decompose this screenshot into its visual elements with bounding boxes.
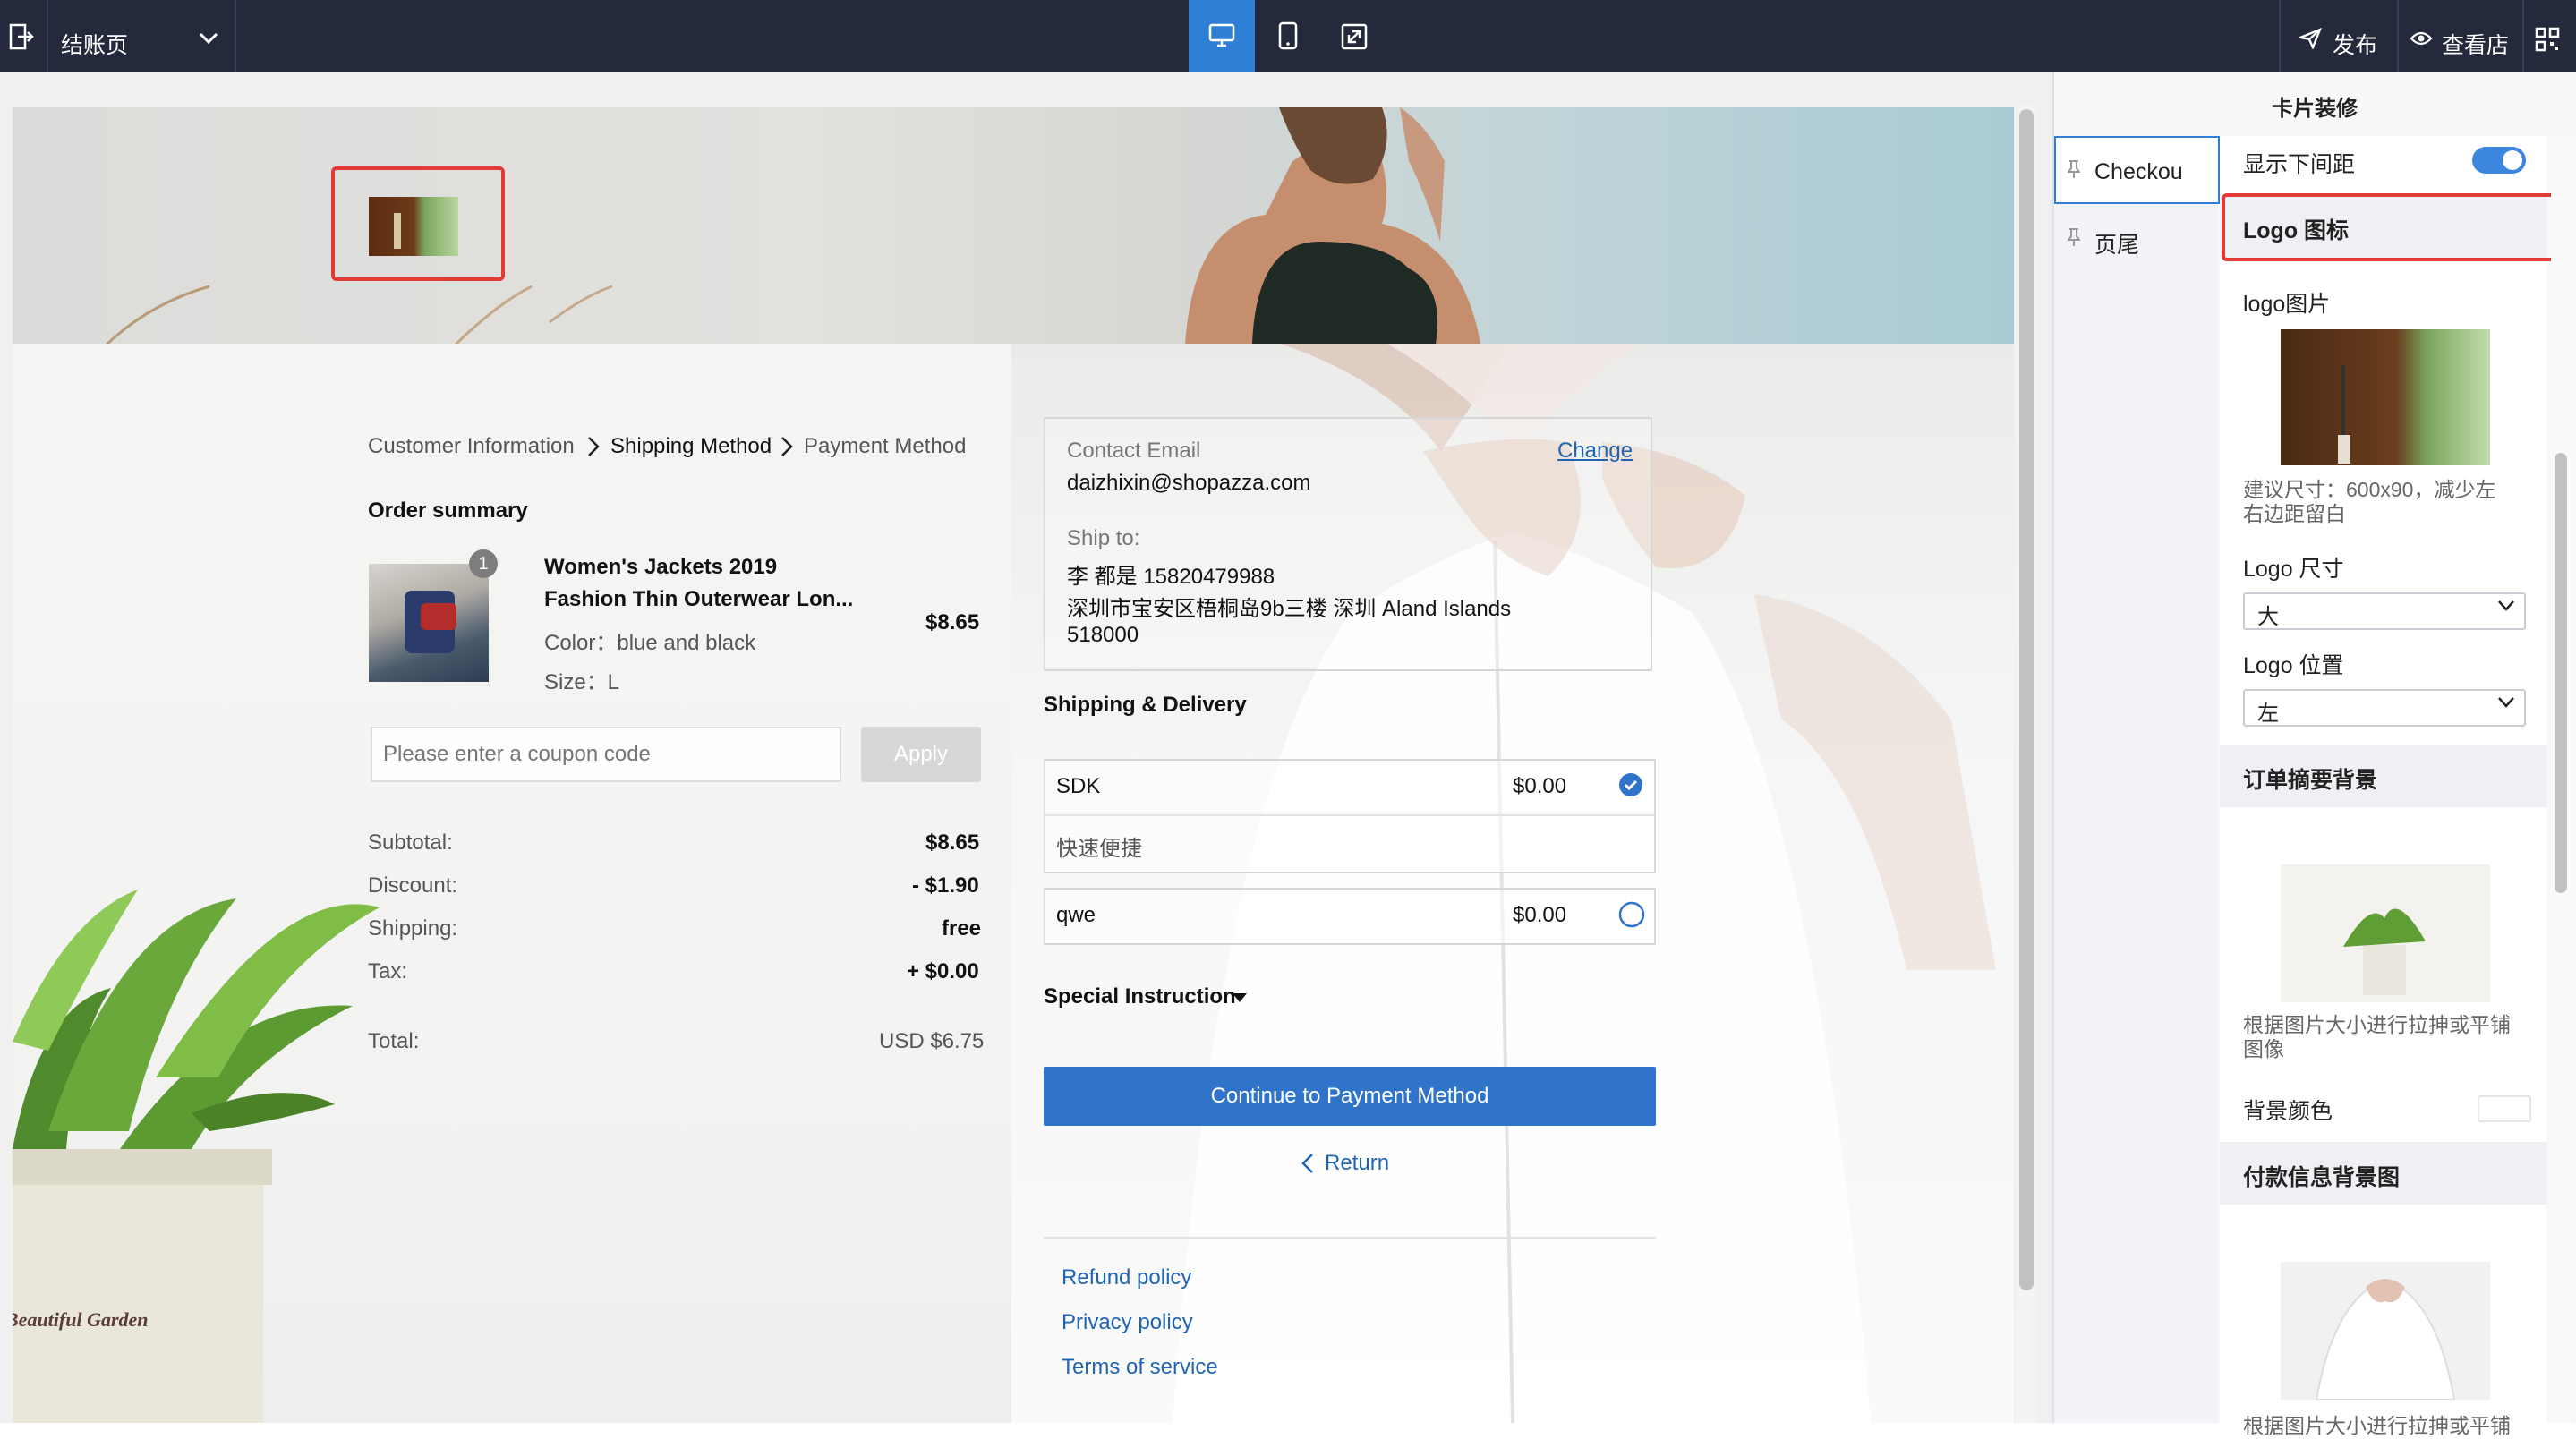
checkout-pane: Contact Email daizhixin@shopazza.com Cha…	[1011, 344, 2014, 1423]
watermark-text: Beautiful Garden	[13, 1308, 149, 1331]
product-name-line2: Fashion Thin Outerwear Lon...	[544, 587, 854, 611]
ship-to-label: Ship to:	[1067, 526, 1140, 550]
ship-to-postal: 518000	[1067, 623, 1139, 647]
shipping-value: free	[942, 916, 982, 941]
quantity-badge: 1	[469, 549, 498, 578]
chevron-down-icon[interactable]	[199, 32, 218, 45]
subtotal-label: Subtotal:	[368, 830, 453, 855]
total-label: Total:	[368, 1029, 420, 1053]
divider	[1044, 1237, 1656, 1239]
tab-footer-label: 页尾	[2094, 233, 2140, 258]
chevron-left-icon	[1301, 1154, 1313, 1173]
logo-image-preview[interactable]	[2281, 329, 2490, 465]
exit-icon[interactable]	[9, 23, 34, 50]
payment-bg-hint: 根据图片大小进行拉抻或平铺	[2243, 1414, 2511, 1437]
pin-icon	[2068, 228, 2080, 246]
contact-email-value: daizhixin@shopazza.com	[1067, 471, 1311, 495]
show-bottom-spacing-label: 显示下间距	[2243, 152, 2356, 177]
discount-label: Discount:	[368, 873, 458, 898]
discount-value: - $1.90	[912, 873, 979, 898]
settings-scrollbar-thumb[interactable]	[2555, 453, 2567, 893]
desktop-view-button[interactable]	[1189, 0, 1255, 72]
order-bg-image-preview[interactable]	[2281, 864, 2490, 1002]
total-value: USD $6.75	[879, 1029, 985, 1053]
page-select-value[interactable]: 结账页	[61, 28, 128, 60]
pin-icon	[2068, 160, 2080, 178]
logo-size-value: 大	[2257, 605, 2279, 629]
subtotal-value: $8.65	[925, 830, 980, 855]
radio-checked-icon[interactable]	[1618, 772, 1643, 797]
shipping-label: Shipping:	[368, 916, 458, 941]
order-bg-hint: 根据图片大小进行拉抻或平铺 图像	[2243, 1013, 2511, 1060]
chevron-down-icon	[2498, 600, 2514, 611]
banner-photo	[1087, 107, 1552, 344]
tax-value: + $0.00	[907, 959, 979, 983]
desktop-icon	[1208, 23, 1235, 47]
special-instruction-toggle[interactable]: Special Instruction	[1044, 984, 1236, 1009]
header-banner	[13, 107, 2014, 344]
order-bg-section-title: 订单摘要背景	[2243, 768, 2378, 793]
breadcrumb-payment-method: Payment Method	[804, 434, 967, 458]
chevron-right-icon	[588, 437, 600, 456]
tab-checkout-label: Checkou	[2094, 159, 2183, 184]
coupon-input[interactable]	[371, 727, 841, 782]
payment-bg-section-title: 付款信息背景图	[2243, 1165, 2401, 1190]
eye-icon	[2410, 30, 2433, 47]
contact-email-label: Contact Email	[1067, 439, 1201, 463]
breadcrumb-shipping-method: Shipping Method	[610, 434, 772, 458]
product-thumbnail	[369, 564, 489, 682]
shipping-option-name: SDK	[1056, 774, 1101, 798]
product-price: $8.65	[925, 610, 980, 634]
refund-policy-link[interactable]: Refund policy	[1062, 1265, 1191, 1290]
view-store-button[interactable]: 查看店	[2442, 28, 2509, 60]
ship-to-name-phone: 李 都是 15820479988	[1067, 565, 1275, 589]
section-tabs	[2054, 136, 2218, 1423]
continue-to-payment-button[interactable]: Continue to Payment Method	[1044, 1067, 1656, 1126]
canvas-scrollbar-thumb[interactable]	[2019, 109, 2034, 1290]
breadcrumb-customer-info[interactable]: Customer Information	[368, 434, 575, 459]
settings-title: 卡片装修	[2272, 97, 2358, 121]
shipping-delivery-title: Shipping & Delivery	[1044, 693, 1247, 717]
return-link[interactable]: Return	[1325, 1151, 1389, 1176]
terms-of-service-link[interactable]: Terms of service	[1062, 1355, 1218, 1380]
order-summary-pane: Beautiful Garden Customer Information Sh…	[13, 344, 1011, 1423]
radio-unchecked-icon[interactable]	[1618, 901, 1645, 928]
logo-size-hint: 建议尺寸：600x90，减少左 右边距留白	[2243, 478, 2496, 525]
logo-image-label: logo图片	[2243, 292, 2331, 317]
product-name-line1: Women's Jackets 2019	[544, 555, 778, 579]
logo-section-highlight	[2222, 193, 2565, 261]
change-contact-link[interactable]: Change	[1557, 439, 1633, 464]
fullscreen-icon[interactable]	[1341, 23, 1368, 50]
qr-code-icon[interactable]	[2535, 27, 2560, 52]
publish-button[interactable]: 发布	[2333, 28, 2377, 60]
background-color-swatch[interactable]	[2478, 1095, 2531, 1122]
tax-label: Tax:	[368, 959, 408, 983]
logo-position-value: 左	[2257, 702, 2279, 726]
privacy-policy-link[interactable]: Privacy policy	[1062, 1310, 1193, 1335]
payment-bg-image-preview[interactable]	[2281, 1262, 2490, 1401]
product-color: Color：blue and black	[544, 631, 756, 655]
apply-coupon-button[interactable]: Apply	[861, 727, 981, 782]
logo-position-select[interactable]: 左	[2243, 689, 2526, 727]
chevron-down-icon	[2498, 697, 2514, 708]
shipping-option-price: $0.00	[1513, 774, 1567, 798]
logo-position-label: Logo 位置	[2243, 653, 2344, 678]
background-color-label: 背景颜色	[2243, 1099, 2333, 1124]
logo-size-label: Logo 尺寸	[2243, 557, 2344, 582]
logo-highlight	[331, 166, 505, 281]
send-icon	[2299, 28, 2322, 49]
shipping-option-desc: 快速便捷	[1056, 837, 1142, 861]
shipping-option-price: $0.00	[1513, 903, 1567, 927]
caret-down-icon[interactable]	[1232, 992, 1248, 1004]
chevron-right-icon	[781, 437, 793, 456]
shipping-option-name: qwe	[1056, 903, 1096, 927]
mobile-icon[interactable]	[1278, 21, 1298, 50]
logo-size-select[interactable]: 大	[2243, 592, 2526, 630]
product-size: Size：L	[544, 670, 620, 694]
top-toolbar: 结账页 发布 查看店	[0, 0, 2576, 72]
show-bottom-spacing-toggle[interactable]	[2472, 147, 2526, 174]
order-summary-title: Order summary	[368, 498, 528, 523]
ship-to-address: 深圳市宝安区梧桐岛9b三楼 深圳 Aland Islands	[1067, 597, 1512, 621]
